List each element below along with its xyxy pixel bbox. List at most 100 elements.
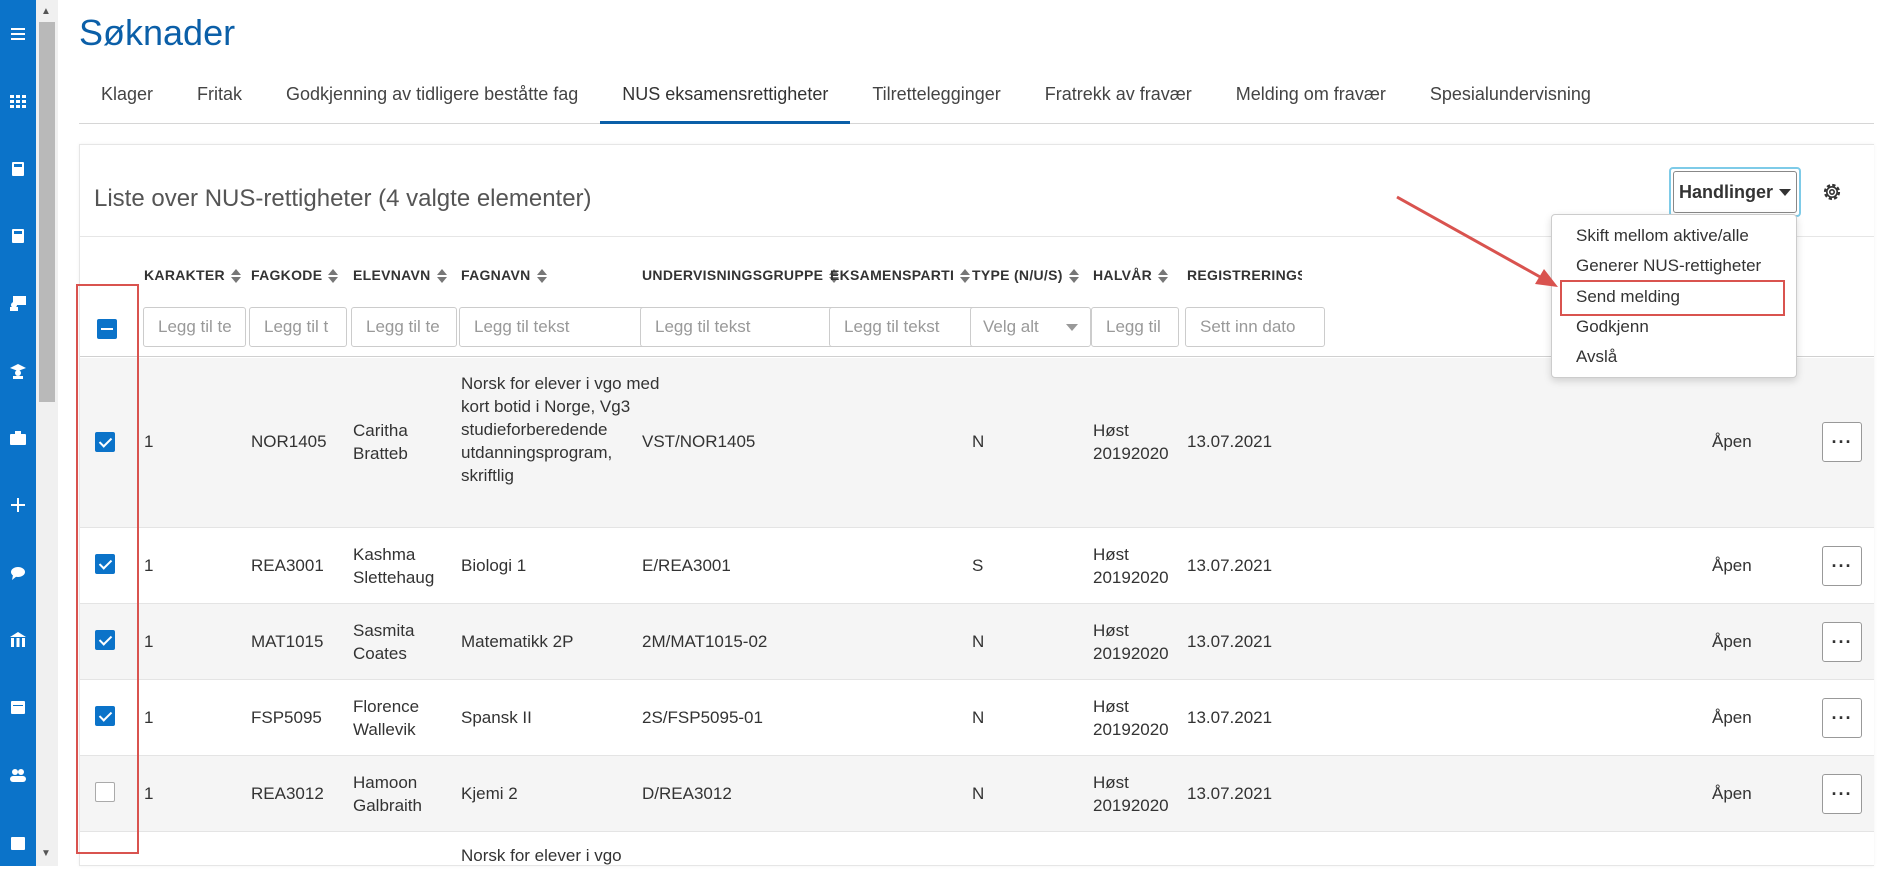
calendar-check-icon[interactable] bbox=[0, 828, 36, 858]
tab-tilrettelegginger[interactable]: Tilrettelegginger bbox=[850, 80, 1022, 124]
row-more-button[interactable]: ··· bbox=[1822, 546, 1862, 586]
actions-button-focus-ring[interactable]: Handlinger bbox=[1669, 167, 1801, 217]
cell-type: N bbox=[972, 432, 985, 451]
sort-icon[interactable] bbox=[536, 269, 547, 284]
scroll-up-icon[interactable]: ▲ bbox=[41, 6, 51, 17]
cell-halvar: Høst 20192020 bbox=[1093, 545, 1169, 587]
cell-halvar: Høst 20192020 bbox=[1093, 621, 1169, 663]
cell-fagkode: NOR1405 bbox=[251, 432, 327, 451]
annotation-send-message-highlight bbox=[1560, 280, 1785, 316]
sort-icon[interactable] bbox=[328, 269, 339, 284]
column-header-fagnavn[interactable]: FAGNAVN bbox=[461, 267, 547, 284]
sort-icon[interactable] bbox=[230, 269, 241, 284]
table-row: 1 REA3001 Kashma Slettehaug Biologi 1 E/… bbox=[80, 528, 1874, 604]
menu-item-approve[interactable]: Godkjenn bbox=[1576, 317, 1649, 337]
cell-karakter: 1 bbox=[144, 708, 154, 727]
cell-type: N bbox=[972, 632, 985, 651]
filter-fagnavn[interactable] bbox=[459, 307, 652, 347]
sort-icon[interactable] bbox=[1068, 269, 1079, 284]
briefcase-icon[interactable] bbox=[0, 423, 36, 453]
cell-fagnavn: Norsk for elever i vgo med kort botid i … bbox=[461, 374, 660, 485]
cell-type: N bbox=[972, 784, 985, 803]
cell-elevnavn: Caritha Bratteb bbox=[353, 421, 408, 463]
cell-registreringsdato: 13.07.2021 bbox=[1187, 708, 1273, 727]
column-header-karakter[interactable]: KARAKTER bbox=[144, 267, 241, 284]
cell-fagnavn: Matematikk 2P bbox=[461, 632, 574, 651]
student-icon[interactable] bbox=[0, 356, 36, 386]
cell-fagnavn: Kjemi 2 bbox=[461, 784, 518, 803]
table-row: 1 NOR1405 Caritha Bratteb Norsk for elev… bbox=[80, 358, 1874, 528]
menu-item-toggle-active[interactable]: Skift mellom aktive/alle bbox=[1576, 226, 1749, 246]
row-more-button[interactable]: ··· bbox=[1822, 698, 1862, 738]
actions-button-label: Handlinger bbox=[1678, 181, 1773, 202]
cell-fagkode: REA3012 bbox=[251, 784, 324, 803]
cell-undervisningsgruppe: 2M/MAT1015-02 bbox=[642, 632, 768, 651]
row-more-button[interactable]: ··· bbox=[1822, 774, 1862, 814]
page-title: Søknader bbox=[79, 12, 236, 53]
filter-fagkode[interactable] bbox=[249, 307, 347, 347]
filter-registreringsdato[interactable] bbox=[1185, 307, 1325, 347]
tab-fratrekk-av-fravaer[interactable]: Fratrekk av fravær bbox=[1023, 80, 1214, 124]
caret-down-icon bbox=[1779, 188, 1791, 196]
chevron-down-icon bbox=[1066, 323, 1078, 331]
cell-halvar: Høst 20192020 bbox=[1093, 773, 1169, 815]
scroll-thumb[interactable] bbox=[39, 22, 55, 402]
cell-fagkode: MAT1015 bbox=[251, 632, 324, 651]
book-open-icon[interactable] bbox=[0, 221, 36, 251]
plus-icon[interactable] bbox=[0, 490, 36, 520]
filter-undervisningsgruppe[interactable] bbox=[640, 307, 843, 347]
cell-status: Åpen bbox=[1712, 556, 1752, 575]
cell-fagkode: FSP5095 bbox=[251, 708, 322, 727]
cell-elevnavn: Hamoon Galbraith bbox=[353, 773, 422, 815]
column-header-fagkode[interactable]: FAGKODE bbox=[251, 267, 339, 284]
cell-fagnavn: Norsk for elever i vgo bbox=[461, 846, 622, 865]
table-row: 1 FSP5095 Florence Wallevik Spansk II 2S… bbox=[80, 680, 1874, 756]
column-header-type[interactable]: TYPE (N/U/S) bbox=[972, 267, 1079, 284]
school-icon[interactable] bbox=[0, 625, 36, 655]
actions-dropdown-menu: Skift mellom aktive/alle Generer NUS-ret… bbox=[1551, 214, 1797, 378]
sort-icon[interactable] bbox=[960, 269, 971, 284]
row-more-button[interactable]: ··· bbox=[1822, 622, 1862, 662]
cell-karakter: 1 bbox=[144, 784, 154, 803]
cell-elevnavn: Florence Wallevik bbox=[353, 697, 420, 739]
filter-type-select[interactable]: Velg alt bbox=[970, 307, 1091, 347]
menu-item-reject[interactable]: Avslå bbox=[1576, 347, 1617, 367]
tab-nus-eksamensrettigheter[interactable]: NUS eksamensrettigheter bbox=[600, 80, 851, 124]
actions-button[interactable]: Handlinger bbox=[1673, 171, 1797, 213]
calendar-icon[interactable] bbox=[0, 692, 36, 722]
filter-halvar[interactable] bbox=[1091, 307, 1179, 347]
left-sidebar bbox=[0, 0, 36, 866]
main-content: Søknader Klager Fritak Godkjenning av ti… bbox=[58, 0, 1890, 866]
sort-icon[interactable] bbox=[436, 269, 447, 284]
filter-karakter[interactable] bbox=[143, 307, 246, 347]
tab-godkjenning[interactable]: Godkjenning av tidligere beståtte fag bbox=[264, 80, 600, 124]
apps-grid-icon[interactable] bbox=[0, 86, 36, 116]
sort-icon[interactable] bbox=[1158, 269, 1169, 284]
cell-status: Åpen bbox=[1712, 784, 1752, 803]
column-header-eksamensparti[interactable]: EKSAMENSPARTI bbox=[830, 267, 971, 284]
gear-icon[interactable] bbox=[1820, 180, 1844, 204]
tab-klager[interactable]: Klager bbox=[79, 80, 175, 124]
column-header-undervisningsgruppe[interactable]: UNDERVISNINGSGRUPPE bbox=[642, 267, 840, 284]
column-header-elevnavn[interactable]: ELEVNAVN bbox=[353, 267, 447, 284]
filter-elevnavn[interactable] bbox=[351, 307, 457, 347]
column-header-halvar[interactable]: HALVÅR bbox=[1093, 267, 1169, 284]
column-header-registreringsdato[interactable]: REGISTRERINGSDAT bbox=[1187, 267, 1302, 283]
scroll-down-icon[interactable]: ▼ bbox=[41, 848, 51, 859]
users-icon[interactable] bbox=[0, 760, 36, 790]
menu-item-generate-nus[interactable]: Generer NUS-rettigheter bbox=[1576, 256, 1761, 276]
table-row: Norsk for elever i vgo bbox=[80, 832, 1874, 892]
filter-eksamensparti[interactable] bbox=[829, 307, 976, 347]
book-icon[interactable] bbox=[0, 154, 36, 184]
tab-melding-om-fravaer[interactable]: Melding om fravær bbox=[1214, 80, 1408, 124]
menu-icon[interactable] bbox=[0, 19, 36, 49]
tab-spesialundervisning[interactable]: Spesialundervisning bbox=[1408, 80, 1613, 124]
row-more-button[interactable]: ··· bbox=[1822, 422, 1862, 462]
cell-karakter: 1 bbox=[144, 632, 154, 651]
teacher-icon[interactable] bbox=[0, 288, 36, 318]
chat-icon[interactable] bbox=[0, 558, 36, 588]
tab-fritak[interactable]: Fritak bbox=[175, 80, 264, 124]
page-scrollbar[interactable]: ▲ ▼ bbox=[36, 0, 58, 866]
cell-undervisningsgruppe: D/REA3012 bbox=[642, 784, 732, 803]
cell-karakter: 1 bbox=[144, 432, 154, 451]
